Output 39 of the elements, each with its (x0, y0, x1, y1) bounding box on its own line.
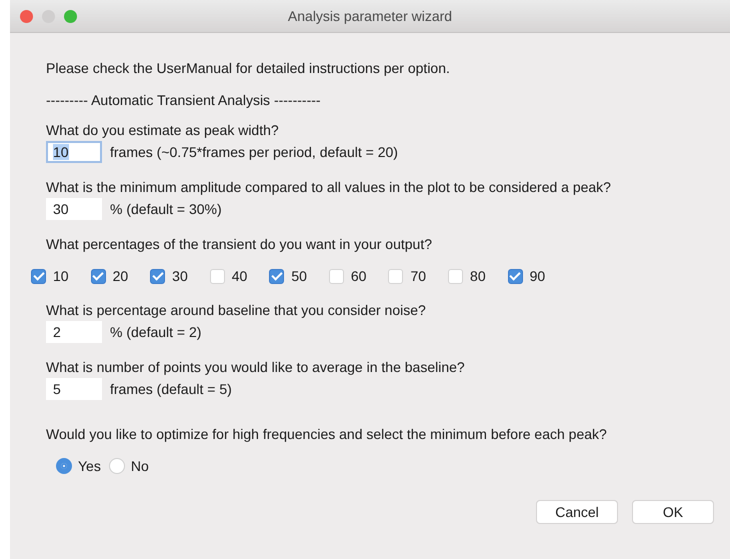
instruction-text: Please check the UserManual for detailed instructions per option. (46, 60, 451, 76)
dialog-button[interactable]: OK (632, 500, 714, 524)
question-text: What do you estimate as peak width? (46, 122, 280, 138)
checkbox-label: 50 (291, 268, 307, 284)
checkbox-label: 70 (410, 268, 426, 284)
checkbox[interactable] (269, 268, 284, 284)
hint-text: % (default = 30%) (110, 201, 222, 217)
zoom-icon[interactable] (64, 10, 77, 22)
dialog-button[interactable]: Cancel (536, 500, 618, 524)
radio-label: No (130, 458, 149, 474)
checkbox-label: 20 (112, 268, 128, 284)
checkbox[interactable] (508, 268, 523, 284)
radio-button[interactable] (56, 458, 72, 474)
hint-text: frames (~0.75*frames per period, default = 20) (110, 144, 398, 160)
checkbox[interactable] (90, 268, 106, 284)
checkbox[interactable] (31, 268, 46, 284)
hint-text: % (default = 2) (110, 324, 202, 340)
question-text: What percentages of the transient do you want in your output? (46, 236, 434, 252)
checkbox-label: 10 (53, 268, 69, 284)
close-icon[interactable] (20, 10, 33, 22)
checkbox-label: 80 (470, 268, 486, 284)
input-field[interactable]: 5 (46, 378, 102, 400)
radio-label: Yes (78, 458, 101, 474)
question-text: What is number of points you would like to average in the baseline? (46, 359, 466, 375)
checkbox-label: 90 (530, 268, 546, 284)
hint-text: frames (default = 5) (110, 381, 232, 397)
checkbox-label: 60 (350, 268, 366, 284)
question-text: Would you like to optimize for high frequencies and select the minimum before each peak? (46, 426, 608, 442)
radio-button[interactable] (108, 458, 125, 474)
input-field[interactable]: 30 (46, 198, 102, 220)
checkbox[interactable] (150, 268, 166, 284)
input-field[interactable]: 10 (46, 141, 102, 163)
question-text: What is the minimum amplitude compared to all values in the plot to be considered a peak? (46, 179, 612, 195)
section-heading: --------- Automatic Transient Analysis ---------- (46, 92, 322, 108)
checkbox-label: 40 (232, 268, 248, 284)
input-field[interactable]: 2 (46, 321, 102, 343)
checkbox-label: 30 (172, 268, 188, 284)
question-text: What is percentage around baseline that you consider noise? (46, 302, 427, 318)
window-title: Analysis parameter wizard (288, 8, 452, 24)
